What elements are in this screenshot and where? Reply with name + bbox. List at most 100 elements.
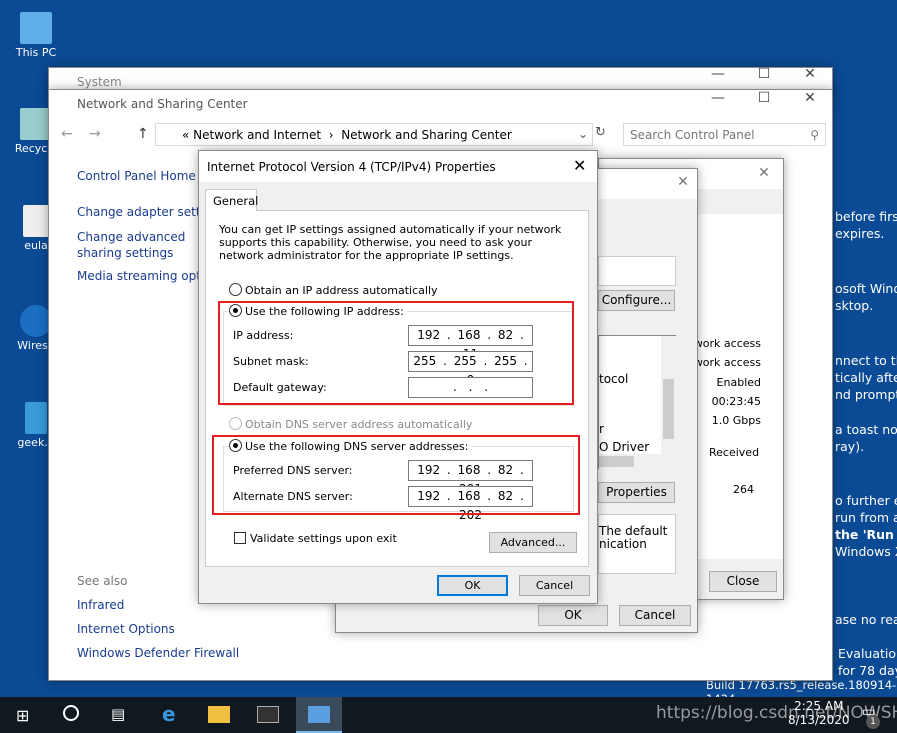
note: a toast no: [835, 422, 897, 437]
geek-icon: [25, 402, 47, 434]
windows-start-icon[interactable]: ⊞: [16, 706, 29, 725]
title-bar: Internet Protocol Version 4 (TCP/IPv4) P…: [199, 151, 597, 182]
note: before first: [835, 209, 897, 224]
horizontal-scrollbar[interactable]: [599, 454, 676, 469]
minimize-button[interactable]: —: [695, 90, 741, 106]
taskbar: ⊞ ▤ e https://blog.csdn.net/NOWSHUT 2:25…: [0, 697, 897, 733]
file-explorer-icon[interactable]: [208, 706, 230, 723]
clock[interactable]: 2:25 AM 8/13/2020: [788, 699, 850, 727]
cancel-button[interactable]: Cancel: [519, 575, 590, 596]
note: the 'Run as: [835, 527, 897, 542]
list-item[interactable]: r: [599, 422, 604, 436]
cmd-icon[interactable]: [257, 706, 279, 723]
back-button[interactable]: ←: [61, 126, 73, 142]
chevron-down-icon[interactable]: ⌄: [578, 127, 588, 141]
description-line: nication: [599, 537, 647, 551]
search-icon[interactable]: [63, 705, 79, 721]
note: Windows X: [835, 544, 897, 559]
file-icon: [23, 205, 49, 237]
list-item[interactable]: O Driver: [599, 440, 649, 454]
up-button[interactable]: ↑: [137, 126, 149, 142]
cancel-button[interactable]: Cancel: [619, 605, 691, 626]
highlight-dns-box: [212, 435, 580, 515]
radio-label: Obtain an IP address automatically: [245, 284, 438, 297]
scroll-thumb[interactable]: [599, 456, 634, 467]
close-icon[interactable]: ✕: [668, 174, 698, 190]
control-panel-home-link[interactable]: Control Panel Home: [77, 169, 196, 183]
received-value: 264: [733, 483, 754, 496]
vertical-scrollbar[interactable]: [661, 336, 676, 454]
note: Evaluation: [838, 646, 897, 661]
note: nnect to the: [835, 353, 897, 368]
infrared-link[interactable]: Infrared: [77, 598, 124, 612]
checkbox-label: Validate settings upon exit: [250, 532, 397, 545]
control-panel-icon: [308, 706, 330, 723]
close-button[interactable]: ✕: [787, 90, 833, 106]
list-item[interactable]: tocol: [599, 372, 628, 386]
ipv4-properties-dialog[interactable]: Internet Protocol Version 4 (TCP/IPv4) P…: [198, 150, 598, 604]
maximize-button[interactable]: ☐: [741, 90, 787, 106]
properties-button[interactable]: Properties: [598, 482, 675, 503]
change-sharing-link[interactable]: Change advanced sharing settings: [77, 229, 201, 261]
task-view-icon[interactable]: ▤: [111, 705, 125, 723]
close-icon[interactable]: ✕: [749, 165, 779, 181]
date: 8/13/2020: [788, 713, 850, 727]
ok-button[interactable]: OK: [437, 575, 508, 596]
note: for 78 days: [838, 663, 897, 678]
search-icon: ⚲: [810, 128, 819, 142]
breadcrumb: « Network and Internet › Network and Sha…: [182, 128, 512, 142]
breadcrumb-item[interactable]: Network and Sharing Center: [341, 128, 512, 142]
search-input[interactable]: Search Control Panel ⚲: [623, 123, 826, 146]
firewall-link[interactable]: Windows Defender Firewall: [77, 646, 239, 660]
radio-icon: [229, 283, 242, 296]
note: o further ex: [835, 493, 897, 508]
refresh-icon[interactable]: ↻: [595, 125, 606, 140]
note: tically after: [835, 370, 897, 385]
checkbox-icon: [234, 532, 246, 544]
highlight-ip-box: [218, 301, 574, 405]
close-button[interactable]: Close: [709, 571, 777, 592]
radio-icon: [229, 417, 242, 430]
address-bar[interactable]: « Network and Internet › Network and Sha…: [155, 123, 593, 146]
validate-checkbox[interactable]: Validate settings upon exit: [234, 532, 397, 545]
icon-label: This PC: [15, 46, 57, 59]
desktop-icon-this-pc[interactable]: This PC: [8, 12, 64, 59]
search-placeholder: Search Control Panel: [630, 128, 755, 142]
computer-icon: [20, 12, 52, 44]
note: ray).: [835, 439, 865, 454]
edge-icon[interactable]: e: [162, 702, 176, 726]
control-panel-taskbar-button[interactable]: [296, 697, 342, 733]
radio-label: Obtain DNS server address automatically: [245, 418, 473, 431]
configure-button[interactable]: Configure...: [598, 290, 675, 311]
components-list[interactable]: tocol r O Driver: [598, 335, 676, 469]
close-button[interactable]: ✕: [787, 66, 833, 82]
time: 2:25 AM: [794, 699, 844, 713]
note: run from a: [835, 510, 897, 525]
internet-options-link[interactable]: Internet Options: [77, 622, 175, 636]
close-icon[interactable]: ✕: [573, 156, 586, 175]
window-title: System: [77, 75, 122, 89]
note: ase no rear: [835, 612, 897, 627]
description-box: The default nication: [598, 514, 676, 574]
note: nd prompt: [835, 387, 897, 402]
window-title: Network and Sharing Center: [77, 97, 248, 111]
note: osoft Wind: [835, 281, 897, 296]
maximize-button[interactable]: ☐: [741, 66, 787, 82]
obtain-ip-radio[interactable]: Obtain an IP address automatically: [229, 283, 438, 297]
breadcrumb-item[interactable]: Network and Internet: [193, 128, 321, 142]
note: sktop.: [835, 298, 874, 313]
ok-button[interactable]: OK: [538, 605, 608, 626]
tab-general[interactable]: General: [205, 189, 258, 211]
intro-text: You can get IP settings assigned automat…: [219, 223, 562, 262]
notification-badge: 1: [866, 715, 880, 729]
obtain-dns-radio[interactable]: Obtain DNS server address automatically: [229, 417, 472, 431]
adapter-field: [598, 256, 676, 286]
see-also-heading: See also: [77, 574, 128, 588]
advanced-button[interactable]: Advanced...: [489, 532, 577, 553]
received-label: Received: [709, 446, 760, 459]
minimize-button[interactable]: —: [695, 66, 741, 82]
forward-button[interactable]: →: [89, 126, 101, 142]
scroll-thumb[interactable]: [663, 379, 674, 439]
watermark: https://blog.csdn.net/NOWSHUT: [656, 703, 897, 723]
dialog-title: Internet Protocol Version 4 (TCP/IPv4) P…: [207, 160, 496, 174]
